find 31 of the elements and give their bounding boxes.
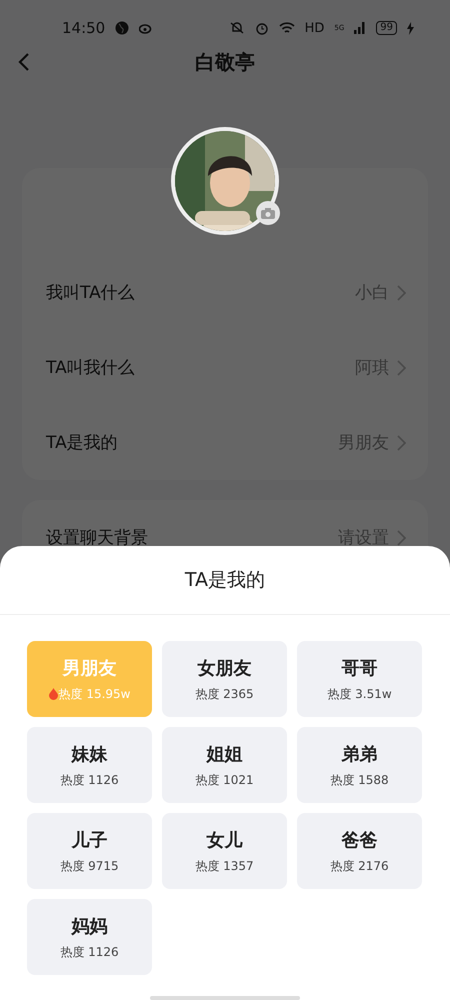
flame-icon — [48, 688, 58, 700]
row-label: 设置聊天背景 — [46, 527, 148, 549]
eye-icon — [139, 22, 154, 34]
relation-option[interactable]: 妈妈 热度 1126 — [27, 899, 152, 975]
sheet-title: TA是我的 — [0, 546, 450, 615]
chevron-icon — [397, 360, 406, 376]
back-icon — [18, 52, 30, 72]
relation-option[interactable]: 妹妹 热度 1126 — [27, 727, 152, 803]
chevron-icon — [397, 530, 406, 546]
relation-option[interactable]: 女儿 热度 1357 — [162, 813, 287, 889]
chevron-icon — [397, 284, 406, 300]
relation-option[interactable]: 哥哥 热度 3.51w — [297, 641, 422, 717]
relation-option[interactable]: 女朋友 热度 2365 — [162, 641, 287, 717]
bell-muted-icon — [228, 21, 245, 35]
wifi-icon — [278, 22, 295, 34]
signal-icon — [354, 22, 366, 34]
relation-option[interactable]: 爸爸 热度 2176 — [297, 813, 422, 889]
alarm-icon — [254, 21, 269, 35]
row-label: TA是我的 — [46, 432, 118, 454]
status-time: 14:50 — [62, 19, 106, 37]
relation-option[interactable]: 弟弟 热度 1588 — [297, 727, 422, 803]
charging-icon — [407, 22, 414, 34]
chevron-icon — [397, 434, 406, 450]
globe-icon — [115, 21, 130, 35]
relation-option[interactable]: 儿子 热度 9715 — [27, 813, 152, 889]
relation-option[interactable]: 姐姐 热度 1021 — [162, 727, 287, 803]
network-label: HD — [304, 20, 324, 36]
row-label: TA叫我什么 — [46, 357, 135, 379]
battery-level: 99 — [376, 21, 397, 35]
row-label: 我叫TA什么 — [46, 282, 135, 304]
page-title: 白敬亭 — [194, 48, 256, 76]
